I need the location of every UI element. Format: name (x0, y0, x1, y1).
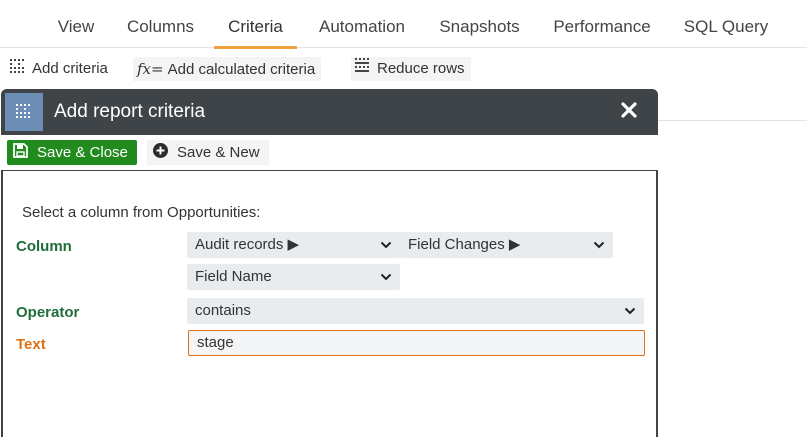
page: View Columns Criteria Automation Snapsho… (0, 0, 807, 437)
dialog-header: Add report criteria (1, 89, 658, 135)
close-icon[interactable] (618, 99, 640, 121)
tab-performance[interactable]: Performance (550, 0, 654, 48)
instructions-text: Select a column from Opportunities: (22, 204, 261, 221)
fx-icon: fx= (137, 60, 164, 78)
divider (657, 120, 807, 121)
column-select-audit-records[interactable]: Audit records ▶ (187, 232, 400, 258)
column-select-field-changes[interactable]: Field Changes ▶ (400, 232, 613, 258)
add-calculated-criteria-label: Add calculated criteria (167, 61, 316, 78)
column-select-value: Audit records ▶ (195, 236, 300, 253)
plus-circle-icon (153, 141, 168, 166)
reduce-rows-button[interactable]: Reduce rows (351, 57, 471, 81)
chevron-down-icon (624, 307, 636, 315)
dialog-action-bar: Save & Close Save & New (1, 135, 658, 171)
operator-label: Operator (16, 304, 80, 321)
text-input[interactable]: stage (188, 330, 645, 356)
tab-criteria[interactable]: Criteria (214, 0, 297, 49)
save-and-new-button[interactable]: Save & New (147, 140, 269, 165)
tab-automation[interactable]: Automation (314, 0, 410, 48)
tab-snapshots[interactable]: Snapshots (437, 0, 522, 48)
reduce-rows-label: Reduce rows (377, 60, 465, 77)
column-label: Column (16, 238, 72, 255)
criteria-toolbar: Add criteria fx= Add calculated criteria … (0, 49, 807, 89)
add-criteria-button[interactable]: Add criteria (6, 57, 114, 81)
dialog-title: Add report criteria (54, 101, 206, 122)
add-criteria-label: Add criteria (32, 60, 108, 77)
background-panel (657, 89, 807, 120)
save-and-close-label: Save & Close (37, 144, 128, 161)
floppy-disk-icon (13, 141, 28, 166)
chevron-down-icon (380, 241, 392, 249)
column-select-field-name[interactable]: Field Name (187, 264, 400, 290)
text-label: Text (16, 336, 46, 353)
grid-dots-icon (10, 57, 24, 81)
operator-select-value: contains (195, 302, 251, 319)
tab-view[interactable]: View (56, 0, 96, 48)
column-select-value: Field Name (195, 268, 272, 285)
chevron-down-icon (380, 273, 392, 281)
tab-columns[interactable]: Columns (124, 0, 197, 48)
tab-sql-query[interactable]: SQL Query (683, 0, 769, 48)
report-tab-bar: View Columns Criteria Automation Snapsho… (0, 0, 807, 49)
add-calculated-criteria-button[interactable]: fx= Add calculated criteria (133, 57, 322, 81)
save-and-close-button[interactable]: Save & Close (7, 140, 137, 165)
operator-select[interactable]: contains (187, 298, 644, 324)
add-report-criteria-dialog: Add report criteria Save & Close Save & … (1, 89, 658, 437)
chevron-down-icon (593, 241, 605, 249)
grid-dots-icon (5, 93, 43, 131)
save-and-new-label: Save & New (177, 144, 260, 161)
column-select-value: Field Changes ▶ (408, 236, 521, 253)
rows-icon (355, 57, 369, 81)
